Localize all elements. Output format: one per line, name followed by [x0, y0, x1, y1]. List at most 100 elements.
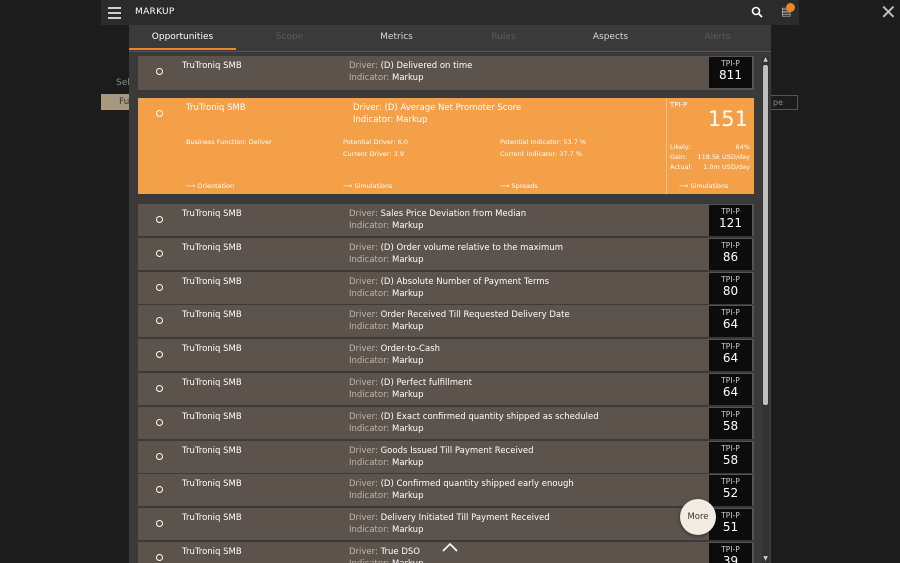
tpi-value: 151: [707, 107, 748, 131]
list-item[interactable]: TruTroniq SMB Driver: Goods Issued Till P…: [138, 440, 754, 474]
list-item[interactable]: TruTroniq SMB Driver: Order Received Till…: [138, 305, 754, 339]
tpi-score-box: TPI-P 58: [709, 407, 752, 439]
tab-metrics[interactable]: Metrics: [343, 32, 450, 42]
more-button[interactable]: More: [680, 499, 716, 535]
driver-value: (D) Exact confirmed quantity shipped as …: [380, 411, 599, 422]
driver-value: (D) Delivered on time: [380, 61, 473, 71]
scrollbar[interactable]: ▲ ▼: [762, 56, 769, 563]
chevron-up-icon[interactable]: [441, 541, 459, 553]
driver-label: Driver:: [349, 310, 378, 321]
driver-text: Driver: (D) Perfect fulfillment: [349, 378, 472, 388]
list-item[interactable]: TruTroniq SMB Driver: Order-to-Cash Indica…: [138, 339, 754, 373]
indicator-text: Indicator: Markup: [349, 289, 423, 299]
list-item[interactable]: TruTroniq SMB Driver: (D) Confirmed quant…: [138, 474, 754, 508]
tpi-score-box: TPI-P 64: [709, 340, 752, 372]
tab-opportunities[interactable]: Opportunities: [129, 32, 236, 42]
radio-button[interactable]: [156, 317, 163, 325]
hamburger-menu-icon[interactable]: [108, 7, 121, 19]
driver-label: Driver:: [349, 276, 378, 287]
radio-button[interactable]: [156, 554, 163, 561]
list-item[interactable]: TruTroniq SMB Driver: (D) Exact confirmed…: [138, 406, 754, 440]
indicator-label: Indicator:: [349, 390, 390, 400]
tab-alerts[interactable]: Alerts: [664, 32, 771, 42]
indicator-text: Indicator: Markup: [353, 115, 428, 125]
driver-text: Driver: (D) Absolute Number of Payment T…: [349, 277, 549, 287]
background-type-field[interactable]: pe: [770, 95, 798, 110]
company-name: TruTroniq SMB: [186, 103, 246, 113]
radio-button[interactable]: [156, 418, 163, 426]
likely-value: 64%: [735, 143, 750, 151]
expanded-opportunity-card[interactable]: TruTroniq SMB Driver: (D) Average Net Pr…: [138, 98, 754, 194]
driver-label: Driver:: [349, 378, 378, 388]
tab-scope[interactable]: Scope: [236, 32, 343, 42]
spreads-link[interactable]: ⟶ Spreads: [500, 182, 538, 190]
list-item[interactable]: TruTroniq SMB Driver: Delivery Initiated …: [138, 508, 754, 542]
company-name: TruTroniq SMB: [182, 276, 242, 287]
radio-button[interactable]: [156, 385, 163, 392]
radio-button[interactable]: [156, 520, 163, 528]
tpi-score-box: TPI-P 64: [709, 374, 752, 405]
gain-label: Gain:: [670, 153, 688, 161]
search-icon[interactable]: [751, 6, 763, 18]
scroll-up-arrow-icon[interactable]: ▲: [762, 56, 769, 64]
indicator-label: Indicator:: [349, 356, 390, 367]
modal-header: MARKUP: [129, 0, 771, 25]
indicator-label: Indicator:: [349, 457, 390, 468]
driver-label: Driver:: [349, 242, 378, 253]
close-icon[interactable]: ✕: [880, 2, 897, 22]
tab-aspects[interactable]: Aspects: [557, 32, 664, 42]
company-name: TruTroniq SMB: [182, 411, 242, 422]
simulations-link[interactable]: ⟶ Simulations: [343, 182, 392, 190]
card-divider: [666, 98, 667, 194]
list-item[interactable]: TruTroniq SMB Driver: Sales Price Deviati…: [138, 204, 754, 237]
indicator-value: Markup: [391, 288, 424, 299]
background-filter-button[interactable]: Fu: [101, 94, 129, 110]
indicator-text: Indicator: Markup: [349, 356, 423, 366]
tpi-score-box: TPI-P 64: [709, 306, 752, 338]
tpi-score-box: TPI-P 58: [709, 441, 752, 473]
indicator-value: Markup: [391, 73, 424, 83]
radio-button[interactable]: [156, 283, 163, 291]
orientation-link[interactable]: ⟶ Orientation: [186, 182, 234, 190]
tpi-label: TPI-P: [721, 274, 740, 284]
scrollbar-thumb[interactable]: [763, 65, 768, 405]
driver-value: (D) Order volume relative to the maximum: [380, 242, 563, 253]
gain-value: 118.5k USD/day: [697, 153, 750, 161]
indicator-text: Indicator: Markup: [349, 322, 423, 332]
driver-label: Driver:: [349, 411, 378, 422]
radio-button[interactable]: [156, 452, 163, 460]
driver-value: Order-to-Cash: [380, 344, 440, 355]
indicator-text: Indicator: Markup: [349, 458, 423, 468]
radio-button[interactable]: [156, 486, 163, 494]
list-item[interactable]: TruTroniq SMB Driver: (D) Order volume re…: [138, 237, 754, 271]
scroll-down-arrow-icon[interactable]: ▼: [762, 555, 769, 563]
radio-button[interactable]: [156, 216, 163, 223]
simulations-link[interactable]: ⟶ Simulations: [679, 182, 728, 190]
modal-title: MARKUP: [135, 7, 175, 17]
current-driver: Current Driver: 3.9: [343, 150, 404, 158]
driver-text: Driver: Delivery Initiated Till Payment …: [349, 513, 550, 523]
tpi-label: TPI-P: [721, 342, 740, 352]
list-item[interactable]: TruTroniq SMB Driver: (D) Perfect fulfill…: [138, 373, 754, 406]
tpi-value: 58: [722, 452, 739, 467]
company-name: TruTroniq SMB: [182, 513, 242, 524]
list-item[interactable]: TruTroniq SMB Driver: (D) Absolute Number…: [138, 271, 754, 305]
radio-button[interactable]: [156, 68, 163, 75]
tpi-score-box: TPI-P 52: [709, 475, 752, 507]
indicator-label: Indicator:: [349, 525, 390, 536]
list-item[interactable]: TruTroniq SMB Driver: (D) Delivered on t…: [138, 56, 754, 91]
tpi-score-box: TPI-P 121: [709, 205, 752, 236]
indicator-text: Indicator: Markup: [349, 255, 423, 265]
company-name: TruTroniq SMB: [182, 479, 242, 490]
tpi-value: 80: [722, 283, 739, 298]
driver-text: Driver: Goods Issued Till Payment Receiv…: [349, 446, 533, 456]
driver-value: (D) Confirmed quantity shipped early eno…: [380, 479, 574, 490]
radio-button[interactable]: [156, 110, 163, 117]
tab-rules[interactable]: Rules: [450, 32, 557, 42]
driver-label: Driver:: [349, 344, 378, 355]
current-indicator: Current Indicator: 37.7 %: [500, 150, 583, 158]
indicator-value: Markup: [391, 423, 424, 434]
driver-text: Driver: (D) Order volume relative to the…: [349, 243, 563, 253]
radio-button[interactable]: [156, 351, 163, 359]
radio-button[interactable]: [156, 249, 163, 257]
